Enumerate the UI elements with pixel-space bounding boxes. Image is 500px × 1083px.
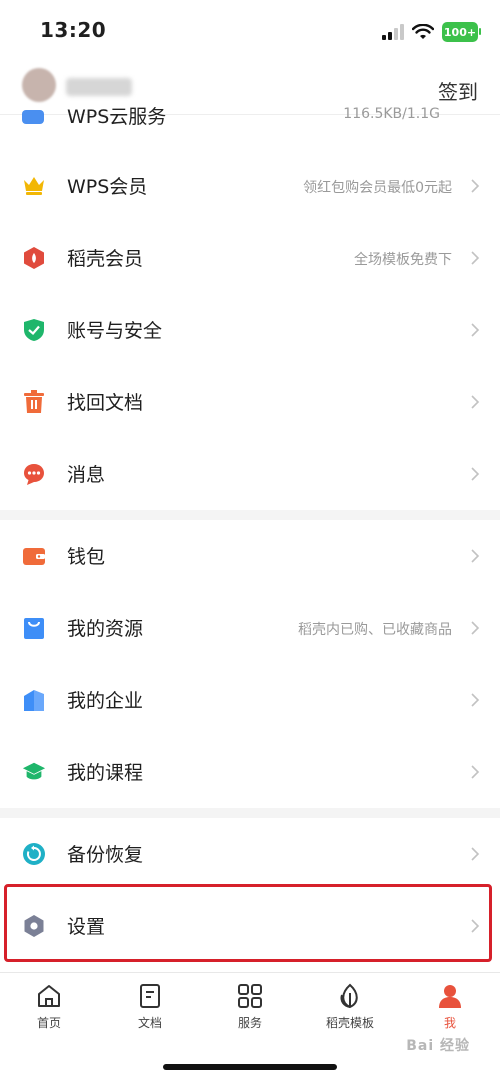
menu-item-subtitle: 领红包购会员最低0元起 bbox=[303, 180, 452, 196]
nav-label: 文档 bbox=[137, 1016, 162, 1030]
menu-item-my-courses[interactable]: 我的课程 bbox=[0, 736, 500, 808]
message-icon bbox=[22, 462, 46, 486]
leaf-icon bbox=[340, 983, 358, 1009]
person-icon bbox=[439, 985, 461, 1008]
cloud-service-row[interactable]: WPS云服务 116.5KB/1.1G bbox=[0, 98, 500, 126]
nav-label: 我 bbox=[443, 1016, 456, 1030]
username-blurred[interactable] bbox=[66, 78, 132, 96]
home-indicator bbox=[163, 1064, 337, 1070]
menu-item-wallet[interactable]: 钱包 bbox=[0, 520, 500, 592]
home-icon bbox=[38, 985, 60, 1007]
menu-item-wps-member[interactable]: WPS会员 领红包购会员最低0元起 bbox=[0, 150, 500, 222]
menu-item-label: 找回文档 bbox=[67, 392, 144, 414]
menu-item-backup-restore[interactable]: 备份恢复 bbox=[0, 818, 500, 890]
crown-icon bbox=[22, 174, 46, 198]
shield-icon bbox=[22, 318, 46, 342]
screen: 13:20 100+ 签到 WPS云服务 116.5KB/1.1G WPS会员 … bbox=[0, 0, 500, 1083]
section-divider bbox=[0, 510, 500, 520]
cloud-storage-value: 116.5KB/1.1G bbox=[343, 106, 440, 122]
chevron-right-icon bbox=[471, 621, 480, 635]
shell-icon bbox=[22, 246, 46, 270]
nav-documents[interactable]: 文档 bbox=[110, 983, 190, 1031]
backup-icon bbox=[22, 842, 46, 866]
avatar[interactable] bbox=[22, 68, 56, 102]
menu-item-label: 备份恢复 bbox=[67, 844, 144, 866]
chevron-right-icon bbox=[471, 251, 480, 265]
status-time: 13:20 bbox=[40, 18, 107, 42]
cloud-service-label: WPS云服务 bbox=[67, 106, 167, 126]
nav-home[interactable]: 首页 bbox=[9, 983, 89, 1031]
chevron-right-icon bbox=[471, 765, 480, 779]
chevron-right-icon bbox=[471, 847, 480, 861]
menu-item-label: 我的企业 bbox=[67, 690, 144, 712]
nav-label: 首页 bbox=[36, 1016, 61, 1030]
wifi-icon bbox=[412, 24, 434, 39]
signal-icon bbox=[382, 24, 404, 40]
grid-icon bbox=[238, 984, 262, 1008]
nav-label: 服务 bbox=[237, 1016, 262, 1030]
menu-item-label: 消息 bbox=[67, 464, 106, 486]
menu-item-subtitle: 稻壳内已购、已收藏商品 bbox=[298, 622, 452, 638]
menu-item-docer-member[interactable]: 稻壳会员 全场模板免费下 bbox=[0, 222, 500, 294]
settings-highlight-frame bbox=[4, 884, 492, 962]
chevron-right-icon bbox=[471, 693, 480, 707]
chevron-right-icon bbox=[471, 549, 480, 563]
nav-docer-templates[interactable]: 稻壳模板 bbox=[310, 983, 390, 1031]
chevron-right-icon bbox=[471, 323, 480, 337]
menu-item-label: 账号与安全 bbox=[67, 320, 163, 342]
menu-item-label: 我的资源 bbox=[67, 618, 144, 640]
menu-item-recover-documents[interactable]: 找回文档 bbox=[0, 366, 500, 438]
menu-item-label: WPS会员 bbox=[67, 176, 148, 198]
nav-services[interactable]: 服务 bbox=[210, 983, 290, 1031]
status-icons: 100+ bbox=[382, 22, 481, 42]
document-icon bbox=[140, 984, 160, 1008]
nav-me[interactable]: 我 bbox=[410, 983, 490, 1031]
baidu-watermark: Bai 经验 bbox=[406, 1038, 470, 1054]
chevron-right-icon bbox=[471, 467, 480, 481]
menu-item-my-enterprise[interactable]: 我的企业 bbox=[0, 664, 500, 736]
nav-label: 稻壳模板 bbox=[325, 1016, 374, 1030]
bag-icon bbox=[22, 616, 46, 640]
status-bar: 13:20 100+ bbox=[0, 0, 500, 62]
menu-item-label: 我的课程 bbox=[67, 762, 144, 784]
cloud-icon bbox=[22, 110, 44, 124]
menu-item-my-resources[interactable]: 我的资源 稻壳内已购、已收藏商品 bbox=[0, 592, 500, 664]
menu-item-subtitle: 全场模板免费下 bbox=[354, 252, 452, 268]
menu-item-account-security[interactable]: 账号与安全 bbox=[0, 294, 500, 366]
chevron-right-icon bbox=[471, 395, 480, 409]
building-icon bbox=[22, 688, 46, 712]
menu-item-label: 稻壳会员 bbox=[67, 248, 144, 270]
chevron-right-icon bbox=[471, 179, 480, 193]
battery-icon: 100+ bbox=[442, 22, 481, 42]
wallet-icon bbox=[22, 544, 46, 568]
menu-item-messages[interactable]: 消息 bbox=[0, 438, 500, 510]
trash-icon bbox=[22, 390, 46, 414]
section-divider bbox=[0, 808, 500, 818]
menu-item-label: 钱包 bbox=[67, 546, 106, 568]
graduation-icon bbox=[22, 760, 46, 784]
